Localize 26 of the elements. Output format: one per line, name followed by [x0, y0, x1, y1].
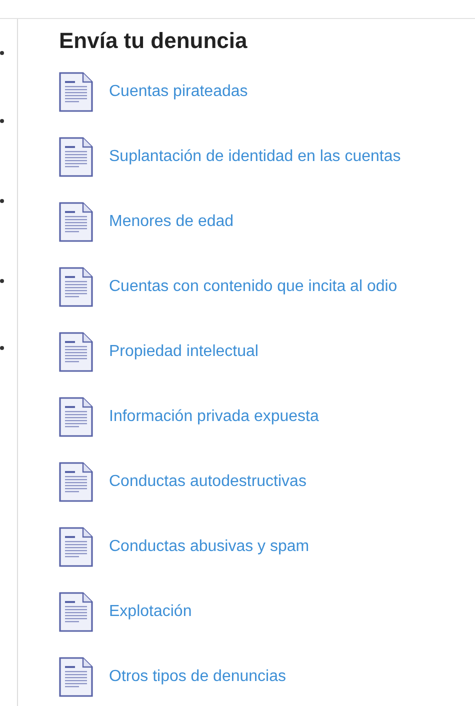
section-heading: Envía tu denuncia — [59, 27, 248, 55]
document-icon — [59, 332, 93, 372]
bullet-icon — [0, 199, 4, 203]
bullet-icon — [0, 279, 4, 283]
report-link[interactable]: Otros tipos de denuncias — [109, 664, 286, 688]
document-icon — [59, 526, 93, 566]
report-link[interactable]: Información privada expuesta — [109, 404, 319, 428]
document-icon — [59, 266, 93, 306]
document-icon — [59, 136, 93, 176]
document-icon — [59, 592, 93, 632]
report-link[interactable]: Explotación — [109, 600, 192, 624]
report-link[interactable]: Conductas autodestructivas — [109, 470, 306, 494]
report-link[interactable]: Menores de edad — [109, 210, 234, 234]
report-link[interactable]: Suplantación de identidad en las cuentas — [109, 144, 401, 168]
document-icon — [59, 396, 93, 436]
report-link[interactable]: Cuentas con contenido que incita al odio — [109, 274, 398, 298]
report-link[interactable]: Propiedad intelectual — [109, 340, 258, 364]
document-icon — [59, 462, 93, 502]
bullet-icon — [0, 346, 4, 350]
report-link[interactable]: Cuentas pirateadas — [109, 80, 248, 104]
document-icon — [59, 72, 93, 112]
document-icon — [59, 202, 93, 242]
bullet-icon — [0, 51, 4, 55]
report-link[interactable]: Conductas abusivas y spam — [109, 534, 310, 558]
bullet-icon — [0, 119, 4, 123]
document-icon — [59, 656, 93, 696]
